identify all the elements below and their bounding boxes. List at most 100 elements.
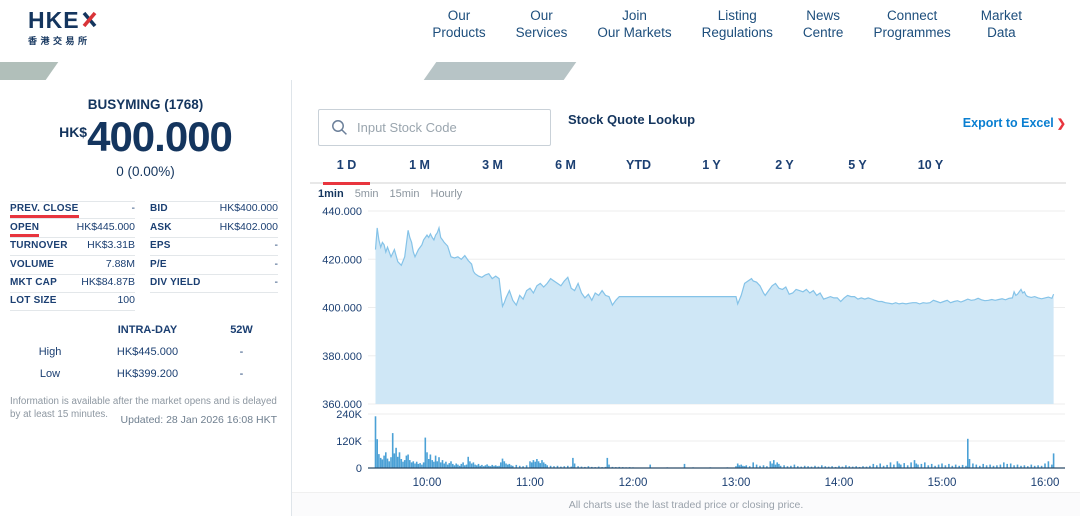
volume-bar bbox=[972, 464, 974, 469]
volume-bar bbox=[433, 462, 435, 468]
volume-bar bbox=[376, 439, 378, 468]
volume-bar bbox=[423, 462, 425, 468]
volume-bar bbox=[903, 463, 905, 468]
quote-label: VOLUME bbox=[10, 259, 54, 274]
banner-strip bbox=[0, 62, 1080, 80]
volume-bar bbox=[442, 460, 444, 468]
stock-name: BUSYMING (1768) bbox=[0, 97, 291, 112]
volume-bar bbox=[897, 461, 899, 468]
nav-item-listing-regulations[interactable]: Listing Regulations bbox=[702, 7, 773, 41]
volume-bar bbox=[394, 453, 396, 468]
price-ytick-label: 420.000 bbox=[322, 254, 362, 266]
volume-bar bbox=[431, 460, 433, 468]
volume-bar bbox=[437, 461, 439, 468]
volume-bar bbox=[445, 462, 447, 468]
volume-bar bbox=[388, 461, 390, 468]
volume-bar bbox=[534, 462, 536, 468]
volume-bar bbox=[545, 464, 547, 468]
quote-value: HK$3.31B bbox=[87, 239, 135, 255]
volume-bar bbox=[1044, 464, 1046, 469]
volume-bar bbox=[399, 452, 401, 468]
price-ytick-label: 400.000 bbox=[322, 303, 362, 315]
quote-row-volume: VOLUME 7.88M bbox=[10, 256, 135, 274]
volume-bar bbox=[879, 464, 881, 469]
volume-bar bbox=[469, 461, 471, 468]
nav-item-market-data[interactable]: Market Data bbox=[981, 7, 1022, 41]
volume-bar bbox=[505, 464, 507, 469]
hkex-logo-wordmark: HKE bbox=[28, 8, 98, 32]
quote-label: ASK bbox=[150, 222, 172, 237]
volume-bar bbox=[572, 458, 574, 468]
quote-value: HK$400.000 bbox=[220, 202, 278, 218]
volume-bar bbox=[538, 461, 540, 468]
xtick-label-12-00: 12:00 bbox=[619, 477, 648, 489]
quote-row-lot-size: LOT SIZE100 bbox=[10, 293, 135, 311]
volume-bar bbox=[443, 464, 445, 469]
hkex-stock-quote-page: HKE 香港交易所 Our Products Our Services Join O… bbox=[0, 0, 1080, 516]
volume-bar bbox=[967, 439, 969, 468]
volume-bar bbox=[533, 460, 535, 468]
volume-bar bbox=[455, 464, 457, 469]
volume-bar bbox=[383, 456, 385, 468]
volume-bar bbox=[574, 464, 576, 469]
volume-bar bbox=[450, 461, 452, 468]
volume-bar bbox=[385, 452, 387, 468]
volume-bar bbox=[931, 464, 933, 468]
volume-bar bbox=[467, 457, 469, 468]
chart-footnote: All charts use the last traded price or … bbox=[292, 499, 1080, 511]
volume-bar bbox=[397, 457, 399, 468]
volume-bar bbox=[402, 462, 404, 468]
volume-bar bbox=[440, 462, 442, 468]
stock-price: HK$400.000 bbox=[0, 112, 291, 167]
volume-bar bbox=[773, 460, 775, 468]
nav-item-our-products[interactable]: Our Products bbox=[432, 7, 485, 41]
volume-bar bbox=[737, 464, 739, 469]
nav-item-connect-programmes[interactable]: Connect Programmes bbox=[873, 7, 950, 41]
nav-item-join-our-markets[interactable]: Join Our Markets bbox=[597, 7, 671, 41]
quote-value: 7.88M bbox=[106, 258, 135, 274]
nav-item-our-services[interactable]: Our Services bbox=[516, 7, 568, 41]
quote-row-eps: EPS- bbox=[150, 238, 278, 256]
quote-value: HK$402.000 bbox=[220, 221, 278, 237]
volume-bar bbox=[1003, 462, 1005, 468]
price-value: 400.000 bbox=[87, 113, 232, 160]
quote-label: PREV. CLOSE bbox=[10, 203, 79, 218]
volume-ytick-label: 0 bbox=[356, 463, 362, 475]
intraday-price-volume-chart[interactable]: 440.000420.000400.000380.000360.000240K1… bbox=[292, 80, 1080, 516]
hkex-logo[interactable]: HKE 香港交易所 bbox=[28, 8, 98, 47]
volume-bar bbox=[982, 464, 984, 468]
quote-row-p-e: P/E- bbox=[150, 256, 278, 274]
volume-bar bbox=[462, 462, 464, 468]
xtick-label-16-00: 16:00 bbox=[1031, 477, 1060, 489]
xtick-label-15-00: 15:00 bbox=[928, 477, 957, 489]
high-low-table: INTRA-DAY52WHighHK$445.000-LowHK$399.200… bbox=[10, 321, 278, 383]
volume-bar bbox=[419, 463, 421, 468]
volume-bar bbox=[461, 464, 463, 468]
quote-value: HK$84.87B bbox=[81, 276, 135, 292]
quote-value: - bbox=[275, 258, 279, 274]
volume-bar bbox=[401, 459, 403, 468]
price-ytick-label: 380.000 bbox=[322, 351, 362, 363]
hkex-logo-chinese: 香港交易所 bbox=[28, 34, 98, 47]
volume-bar bbox=[438, 457, 440, 468]
volume-bar bbox=[536, 459, 538, 468]
volume-bar bbox=[413, 461, 415, 468]
hilo-intraday-high: HK$445.000 bbox=[90, 343, 205, 361]
volume-bar bbox=[914, 460, 916, 468]
volume-bar bbox=[504, 461, 506, 468]
price-area-fill bbox=[376, 228, 1054, 404]
nav-item-news-centre[interactable]: News Centre bbox=[803, 7, 844, 41]
volume-bar bbox=[425, 438, 427, 468]
volume-bar bbox=[607, 458, 609, 468]
quote-label: LOT SIZE bbox=[10, 295, 57, 310]
quote-row-open: OPENHK$445.000 bbox=[10, 219, 135, 237]
volume-bar bbox=[910, 462, 912, 468]
quote-row-prev-close: PREV. CLOSE- bbox=[10, 201, 135, 219]
volume-bar bbox=[948, 464, 950, 468]
volume-bar bbox=[776, 462, 778, 468]
hilo-52w-high: - bbox=[205, 343, 278, 361]
hkex-logo-x-icon bbox=[81, 8, 98, 32]
volume-bar bbox=[1006, 464, 1008, 468]
quote-label: MKT CAP bbox=[10, 277, 57, 292]
quote-row-bid: BIDHK$400.000 bbox=[150, 201, 278, 219]
